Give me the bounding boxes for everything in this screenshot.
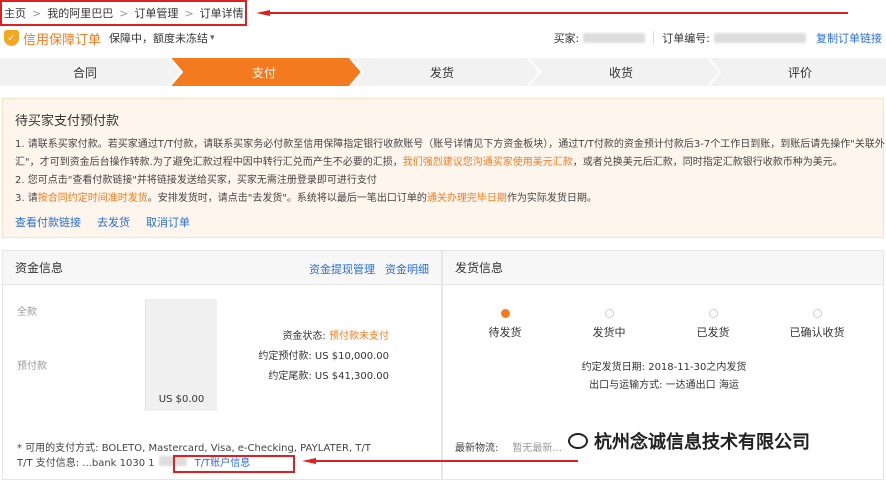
prepay-label: 约定预付款: xyxy=(258,351,312,362)
cancel-order-link[interactable]: 取消订单 xyxy=(146,214,190,230)
order-progress-steps: 合同 支付 发货 收货 评价 xyxy=(0,58,886,86)
fund-label-prepay: 预付款 xyxy=(17,361,47,372)
notice-title: 待买家支付预付款 xyxy=(15,114,120,129)
ship-date: 约定发货日期: 2018-11-30之内发货 xyxy=(581,362,747,373)
fund-chart: 全款 预付款 US $0.00 xyxy=(17,299,217,411)
ship-step-dot xyxy=(812,309,822,318)
go-ship-link[interactable]: 去发货 xyxy=(97,214,130,230)
fund-status-label: 资金状态: xyxy=(282,331,326,342)
highlight-box-tt-link xyxy=(173,455,295,473)
notice-line-4: 3. 请按合同约定时间准时发货。安排发货时，请点击"去发货"。系统将以最后一笔出… xyxy=(15,189,597,204)
ship-step-label: 已确认收货 xyxy=(789,326,845,339)
ship-step-pending: 待发货 xyxy=(455,309,555,340)
fund-panel: 资金信息 资金提现管理 资金明细 全款 预付款 US $0.00 资金状态: 预… xyxy=(2,250,442,480)
shield-icon: ✓ xyxy=(4,30,19,46)
chevron-down-icon[interactable]: ▾ xyxy=(210,33,215,43)
fund-panel-header: 资金信息 资金提现管理 资金明细 xyxy=(3,251,441,285)
notice-line-4a: 3. 请 xyxy=(15,193,38,204)
shipping-info: 约定发货日期: 2018-11-30之内发货 出口与运输方式: 一达通出口 海运 xyxy=(443,359,885,395)
ship-mode: 出口与运输方式: 一达通出口 海运 xyxy=(589,380,739,391)
fund-label-total: 全款 xyxy=(17,307,37,318)
withdraw-management-link[interactable]: 资金提现管理 xyxy=(309,261,375,277)
notice-line-2: 汇"，才可到资金后台操作转款.为了避免汇款过程中因中转行汇兑而产生不必要的汇损，… xyxy=(15,153,843,168)
buyer-name-blurred xyxy=(583,33,646,43)
order-type-title: 信用保障订单 xyxy=(23,32,102,48)
ship-step-shipped: 已发货 xyxy=(663,309,763,340)
divider xyxy=(653,31,655,45)
notice-line-2c: ，或者兑换美元后汇款，同时指定汇款银行收款币种为美元。 xyxy=(572,157,843,168)
balance-value: US $41,300.00 xyxy=(314,371,389,382)
buyer-label: 买家: xyxy=(553,32,580,45)
step-contract: 合同 xyxy=(72,65,97,80)
fund-column: US $0.00 xyxy=(145,299,217,411)
ship-step-label: 待发货 xyxy=(488,326,522,339)
ship-step-received: 已确认收货 xyxy=(767,309,867,340)
watermark-text: 杭州念诚信息技术有限公司 xyxy=(594,432,810,453)
notice-line-2a: 汇"，才可到资金后台操作转款.为了避免汇款过程中因中转行汇兑而产生不必要的汇损， xyxy=(15,157,403,168)
notice-actions: 查看付款链接 去发货 取消订单 xyxy=(15,214,190,230)
highlight-box-breadcrumb xyxy=(0,0,247,26)
step-review: 评价 xyxy=(787,65,812,80)
guarantee-status[interactable]: 保障中，额度未冻结 xyxy=(109,30,208,46)
fund-panel-links: 资金提现管理 资金明细 xyxy=(309,261,429,277)
step-shipping: 发货 xyxy=(429,65,454,80)
step-payment: 支付 xyxy=(251,65,276,80)
fund-status-value: 预付款未支付 xyxy=(329,331,389,342)
order-number-blurred xyxy=(714,33,806,43)
annotation-arrow-bottom xyxy=(302,458,578,464)
ship-step-dot xyxy=(708,309,718,318)
order-number-label: 订单编号: xyxy=(662,32,710,45)
header-right: 买家: 订单编号: 复制订单链接 xyxy=(554,26,882,50)
wechat-icon xyxy=(568,433,588,449)
fund-details-link[interactable]: 资金明细 xyxy=(385,261,429,277)
notice-line-2-highlight: 我们强烈建议您沟通买家使用美元汇款 xyxy=(402,157,573,168)
view-payment-link[interactable]: 查看付款链接 xyxy=(15,214,81,230)
payment-notice: 待买家支付预付款 1. 请联系买家付款。若买家通过T/T付款，请联系买家务必付款… xyxy=(2,98,885,238)
order-header: ✓ 信用保障订单 保障中，额度未冻结 ▾ 买家: 订单编号: 复制订单链接 xyxy=(0,26,886,50)
shipping-panel-title: 发货信息 xyxy=(455,261,504,275)
shipping-steps: 待发货 发货中 已发货 已确认收货 xyxy=(443,309,885,339)
tt-payment-info: T/T 支付信息: ...bank 1030 1 xyxy=(17,458,155,469)
ship-step-in-progress: 发货中 xyxy=(559,309,659,340)
notice-line-4c: 。安排发货时，请点击"去发货"。系统将以最后一笔出口订单的 xyxy=(147,193,427,204)
ship-step-dot-active xyxy=(500,309,510,318)
fund-column-value: US $0.00 xyxy=(158,394,205,405)
latest-logistics: 最新物流: 暂无最新... xyxy=(455,439,562,454)
payment-methods: * 可用的支付方式: BOLETO, Mastercard, Visa, e-C… xyxy=(17,443,371,454)
notice-line-4-highlight: 按合同约定时间准时发货 xyxy=(37,193,148,204)
copy-order-link[interactable]: 复制订单链接 xyxy=(816,30,882,46)
logistics-label: 最新物流: xyxy=(455,443,499,454)
notice-line-3: 2. 您可点击"查看付款链接"并将链接发送给买家，买家无需注册登录即可进行支付 xyxy=(15,175,377,186)
notice-line-1: 1. 请联系买家付款。若买家通过T/T付款，请联系买家务必付款至信用保障指定银行… xyxy=(15,139,885,150)
company-watermark: 杭州念诚信息技术有限公司 xyxy=(568,428,810,454)
ship-step-label: 已发货 xyxy=(696,326,730,339)
step-receipt: 收货 xyxy=(608,65,633,80)
fund-panel-title: 资金信息 xyxy=(15,261,64,275)
ship-step-label: 发货中 xyxy=(592,326,626,339)
notice-line-4e: 作为实际发货日期。 xyxy=(506,193,597,204)
shipping-panel-header: 发货信息 xyxy=(443,251,883,285)
annotation-arrow-top xyxy=(256,10,848,16)
ship-step-dot xyxy=(604,309,614,318)
balance-label: 约定尾款: xyxy=(268,371,312,382)
prepay-value: US $10,000.00 xyxy=(314,351,389,362)
notice-line-4-highlight-2: 通关办理完毕日期 xyxy=(426,193,507,204)
fund-info: 资金状态: 预付款未支付 约定预付款: US $10,000.00 约定尾款: … xyxy=(235,327,389,387)
logistics-value: 暂无最新... xyxy=(512,443,562,454)
